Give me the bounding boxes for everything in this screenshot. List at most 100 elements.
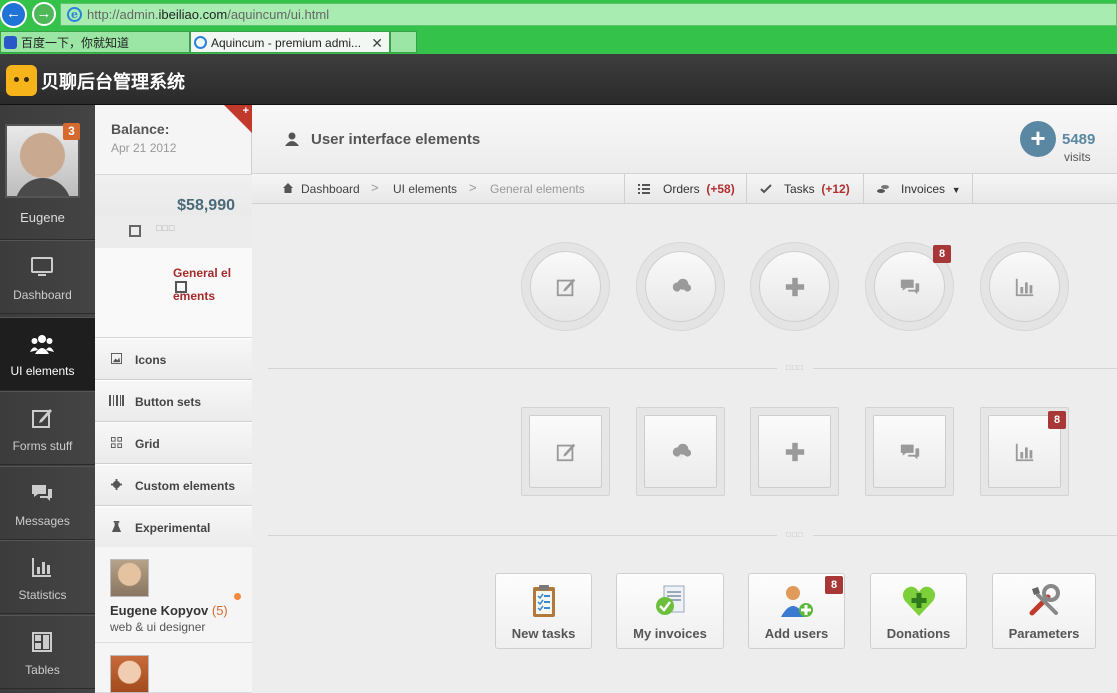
sub-nav-item-experimental[interactable]: Experimental <box>95 506 252 548</box>
contact-name-text: Eugene Kopyov <box>110 603 209 618</box>
browser-tab-baidu[interactable]: 百度一下，你就知道 <box>0 31 190 53</box>
invoices-dropdown[interactable]: Invoices ▼ <box>863 174 973 204</box>
button-label: Add users <box>764 626 829 641</box>
sidebar-item-label: Tables <box>25 663 60 677</box>
button-label: My invoices <box>633 626 707 641</box>
app-title: 贝聊后台管理系统 <box>41 72 185 92</box>
page-title: User interface elements <box>311 131 481 148</box>
round-button-add[interactable] <box>750 242 839 331</box>
new-tab-button[interactable] <box>390 31 417 53</box>
breadcrumb-separator: > <box>371 180 379 195</box>
breadcrumb-item-current: General elements <box>490 182 585 196</box>
donations-button[interactable]: Donations <box>870 573 967 649</box>
avatar[interactable] <box>110 655 149 693</box>
square-button-upload[interactable] <box>636 407 725 496</box>
sidebar-item-forms-stuff[interactable]: Forms stuff <box>0 391 95 465</box>
url-domain: ibeiliao.com <box>158 7 228 22</box>
logo-icon[interactable] <box>6 65 37 96</box>
plus-icon <box>785 442 804 461</box>
round-button-stats[interactable] <box>980 242 1069 331</box>
edit-icon <box>556 278 575 296</box>
breadcrumb-item-dashboard[interactable]: Dashboard <box>301 182 360 196</box>
contact-count: (5) <box>211 603 228 618</box>
chevron-down-icon: ▼ <box>951 185 961 195</box>
plus-icon <box>785 277 804 296</box>
close-icon[interactable]: ✕ <box>371 32 383 54</box>
sub-nav-label: Button sets <box>135 395 201 409</box>
button-label: New tasks <box>511 626 576 641</box>
ie-icon <box>194 36 207 49</box>
fullscreen-icon[interactable] <box>129 225 141 237</box>
browser-tab-aquincum[interactable]: Aquincum - premium admi... ✕ <box>190 31 390 53</box>
round-button-upload[interactable] <box>636 242 725 331</box>
sub-nav-item-button-sets[interactable]: Button sets <box>95 380 252 422</box>
sub-nav-current-label: General elements <box>173 266 232 303</box>
bar-chart-icon <box>32 558 51 577</box>
notification-badge[interactable]: 3 <box>63 123 80 140</box>
orders-button[interactable]: Orders (+58) <box>624 174 746 204</box>
back-button[interactable]: ← <box>0 1 27 28</box>
invoices-label: Invoices <box>901 182 946 196</box>
sidebar-item-tables[interactable]: Tables <box>0 615 95 689</box>
cloud-upload-icon <box>672 443 691 462</box>
main-content: User interface elements + 5489 visits Da… <box>252 105 1117 693</box>
visits-add-button[interactable]: + <box>1020 121 1056 157</box>
dots-handle-icon: □□□ <box>156 223 176 233</box>
my-invoices-button[interactable]: My invoices <box>616 573 724 649</box>
user-icon <box>285 132 299 146</box>
address-bar[interactable]: e http://admin.ibeiliao.com/aquincum/ui.… <box>60 3 1117 26</box>
sub-nav-item-icons[interactable]: Icons <box>95 338 252 380</box>
sub-nav-label: Grid <box>135 437 160 451</box>
user-block: 3 Eugene <box>0 105 95 240</box>
square-button-messages[interactable] <box>865 407 954 496</box>
list-icon <box>638 184 650 194</box>
image-icon <box>111 353 122 364</box>
tools-icon <box>1029 584 1060 616</box>
contact-name: Eugene Kopyov (5) <box>110 603 228 618</box>
browser-chrome: ← → e http://admin.ibeiliao.com/aquincum… <box>0 0 1117 54</box>
sub-nav-item-custom-elements[interactable]: Custom elements <box>95 464 252 506</box>
forward-button[interactable]: → <box>32 2 56 26</box>
square-button-add[interactable] <box>750 407 839 496</box>
notification-badge: 8 <box>825 576 843 594</box>
coins-icon <box>877 185 889 193</box>
contact-item[interactable]: Eugene Kopyov (5) web & ui designer <box>95 547 252 643</box>
dots-handle-icon: □□□ <box>777 363 813 373</box>
ie-icon: e <box>67 7 82 22</box>
flask-icon <box>111 521 122 532</box>
sidebar-item-label: Forms stuff <box>12 439 73 453</box>
visits-count: 5489 <box>1062 131 1096 148</box>
notification-badge: 8 <box>1048 411 1066 429</box>
table-icon <box>32 632 52 652</box>
balance-title: Balance: <box>111 121 170 137</box>
square-button-edit[interactable] <box>521 407 610 496</box>
dots-handle-icon: □□□ <box>777 530 813 540</box>
sidebar-item-messages[interactable]: Messages <box>0 466 95 540</box>
round-button-edit[interactable] <box>521 242 610 331</box>
contact-item[interactable] <box>95 643 252 693</box>
balance-date: Apr 21 2012 <box>111 141 177 155</box>
balance-widget: Balance: Apr 21 2012 + <box>95 105 252 175</box>
sub-nav-current[interactable]: General elements <box>95 248 252 338</box>
tasks-label: Tasks <box>784 182 815 196</box>
parameters-button[interactable]: Parameters <box>992 573 1096 649</box>
url-prefix: http://admin. <box>87 7 159 22</box>
sidebar-item-dashboard[interactable]: Dashboard <box>0 240 95 314</box>
url-path: /aquincum/ui.html <box>227 7 330 22</box>
breadcrumb-item-ui-elements[interactable]: UI elements <box>393 182 457 196</box>
plus-icon[interactable]: + <box>243 105 249 117</box>
notification-badge: 8 <box>933 245 951 263</box>
gear-icon <box>111 479 122 490</box>
tasks-button[interactable]: Tasks (+12) <box>746 174 863 204</box>
sidebar-item-statistics[interactable]: Statistics <box>0 540 95 614</box>
orders-label: Orders <box>663 182 700 196</box>
status-dot <box>234 593 241 600</box>
new-tasks-button[interactable]: New tasks <box>495 573 592 649</box>
page-header: User interface elements + 5489 visits <box>252 105 1117 174</box>
avatar[interactable] <box>110 559 149 597</box>
user-name[interactable]: Eugene <box>0 210 85 225</box>
sidebar-item-ui-elements[interactable]: UI elements <box>0 317 95 391</box>
sidebar-item-label: Messages <box>15 514 70 528</box>
sub-nav-item-grid[interactable]: Grid <box>95 422 252 464</box>
home-icon <box>283 183 293 193</box>
